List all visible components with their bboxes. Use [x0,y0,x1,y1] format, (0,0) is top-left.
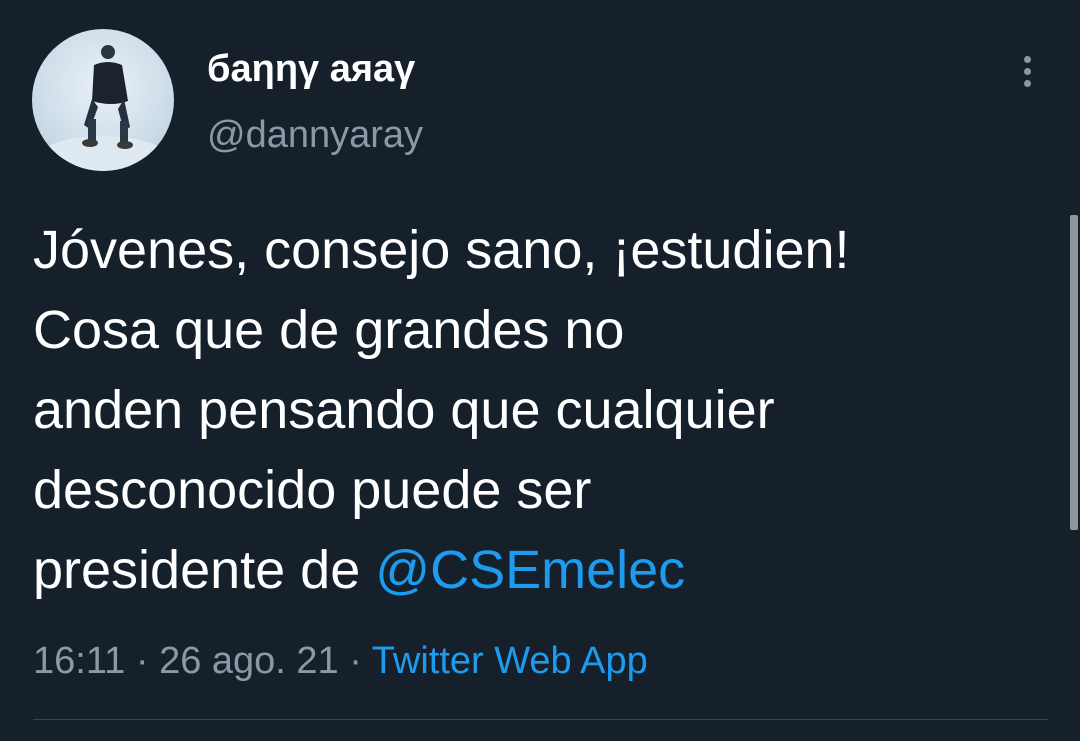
tweet-text-line: anden pensando que cualquier [33,380,775,440]
scrollbar[interactable] [1070,215,1078,530]
tweet-time[interactable]: 16:11 [33,640,125,682]
avatar-photo [43,45,163,171]
more-options-button[interactable] [1006,48,1050,96]
meta-separator: · [125,640,160,682]
author-display-name[interactable]: бaηηγ aяaγ [207,44,415,94]
meta-separator: · [338,640,372,682]
divider [33,719,1048,720]
tweet-text-line: Cosa que de grandes no [33,300,625,360]
author-handle[interactable]: @dannyaray [207,110,423,160]
tweet-text-prefix: presidente de [33,540,376,600]
tweet-text-line: desconocido puede ser [33,460,592,520]
tweet-date[interactable]: 26 ago. 21 [159,640,339,682]
tweet-text-line-last: presidente de @CSEmelec [33,530,1043,610]
avatar[interactable] [32,29,174,171]
tweet-meta: 16:11 · 26 ago. 21 · Twitter Web App [33,636,648,686]
tweet-text-line: Jóvenes, consejo sano, ¡estudien! [33,220,850,280]
tweet-text: Jóvenes, consejo sano, ¡estudien! Cosa q… [33,210,1043,610]
tweet-source-link[interactable]: Twitter Web App [372,640,648,682]
mention-link[interactable]: @CSEmelec [375,540,685,600]
